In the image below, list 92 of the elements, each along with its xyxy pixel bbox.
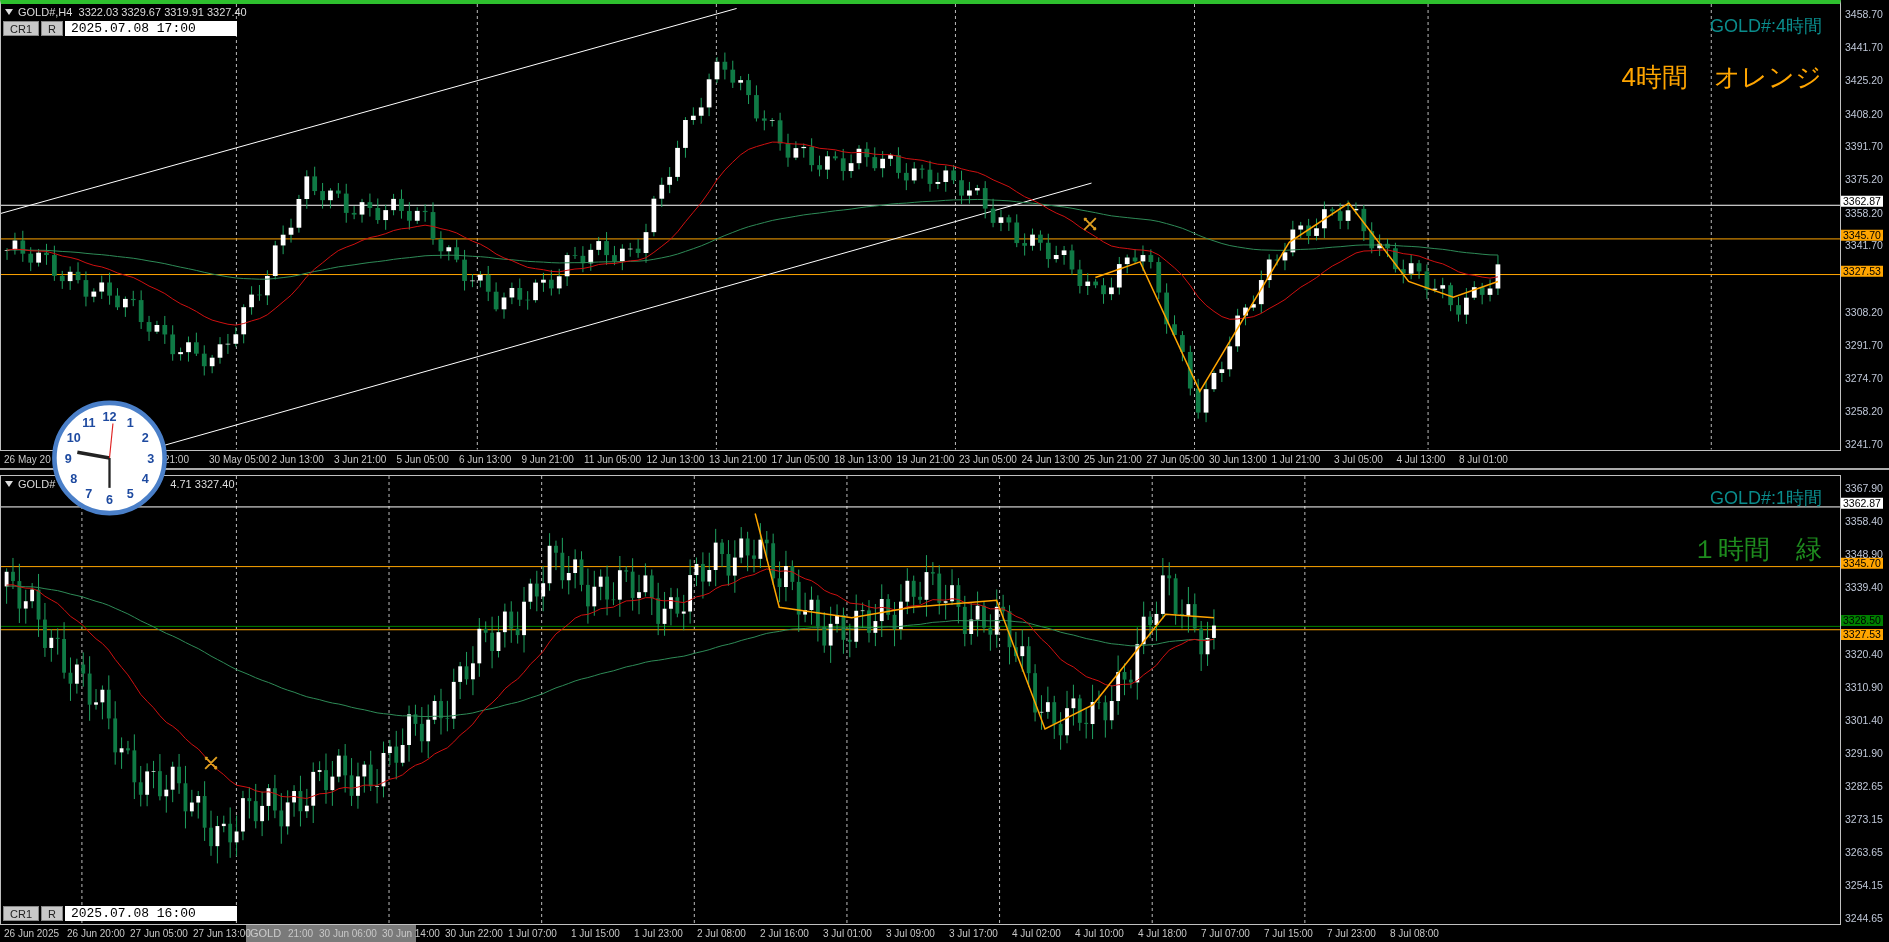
timeframe-note: １時間 緑 <box>1692 532 1822 566</box>
price-axis-label: 3301.40 <box>1845 714 1883 727</box>
symbol-timeframe-label: GOLD#:1時間 <box>1709 486 1822 510</box>
time-axis-label: 26 May 20 <box>4 453 51 465</box>
time-axis-label: 27 Jun 05:00 <box>1146 453 1205 465</box>
symbol-quote-text: GOLD# <box>18 477 56 490</box>
symbol-quote-text: 4.71 3327.40 <box>170 477 235 490</box>
price-tag: 3362.87 <box>1841 497 1883 509</box>
time-axis-label: 13 Jun 21:00 <box>709 453 767 465</box>
time-axis-label: 26 Jun 20:00 <box>67 928 125 939</box>
price-axis-label: 3341.70 <box>1845 239 1883 252</box>
price-axis-label: 3241.70 <box>1845 437 1883 450</box>
time-axis-label: 30 Jun 13:00 <box>1209 453 1267 465</box>
price-axis-label: 3258.20 <box>1845 405 1883 417</box>
time-axis-label: 12 Jun 13:00 <box>646 453 705 465</box>
time-axis-label: 18 Jun 13:00 <box>834 453 892 465</box>
price-axis-label: 3273.15 <box>1845 812 1883 825</box>
time-axis-label: 3 Jul 01:00 <box>823 928 872 939</box>
price-tag: 3345.70 <box>1841 557 1883 569</box>
symbol-timeframe-label: GOLD#:4時間 <box>1709 15 1822 38</box>
price-tag: 3327.53 <box>1841 265 1883 277</box>
toolbar-button[interactable]: CR1 <box>3 906 39 921</box>
price-axis-label: 3458.70 <box>1845 7 1883 20</box>
time-axis-label: 6 Jun 13:00 <box>459 453 512 465</box>
price-axis-label: 3291.70 <box>1845 338 1883 351</box>
price-axis-label: 3320.40 <box>1845 647 1883 660</box>
dropdown-triangle-icon[interactable] <box>5 9 13 15</box>
time-axis-label: 2 Jun 13:00 <box>271 453 324 465</box>
time-axis-label: 30 Jun 22:00 <box>445 928 503 939</box>
price-axis-label: 3244.65 <box>1845 912 1883 925</box>
time-axis-label: 7 Jul 23:00 <box>1327 928 1376 939</box>
price-tag: 3328.50 <box>1841 614 1883 626</box>
price-axis-label: 3375.20 <box>1845 173 1883 186</box>
time-axis-label: 24 Jun 13:00 <box>1021 453 1080 465</box>
time-axis-label: 25 Jun 21:00 <box>1084 453 1142 465</box>
marker-icon <box>1083 217 1097 231</box>
toolbar-button[interactable]: CR1 <box>3 21 39 36</box>
price-axis-label: 3282.65 <box>1845 779 1883 792</box>
time-axis-label: 26 Jun 2025 <box>4 928 60 939</box>
price-axis-label: 3425.20 <box>1845 73 1883 86</box>
marker-icon <box>204 755 218 770</box>
price-axis-label: 3367.90 <box>1845 482 1883 494</box>
price-axis-label: 3263.65 <box>1845 845 1883 858</box>
price-axis-label: 3358.40 <box>1845 515 1883 528</box>
time-axis-label: 4 Jul 10:00 <box>1075 928 1124 939</box>
time-axis-label: 3 Jul 09:00 <box>886 928 935 939</box>
time-axis-label: 23 Jun 05:00 <box>959 453 1017 465</box>
price-axis-label: 3291.90 <box>1845 747 1883 760</box>
time-axis-label: 1 Jul 23:00 <box>634 928 683 939</box>
time-axis-label: 2 Jul 08:00 <box>697 928 746 939</box>
time-axis-label: 30 Jun 06:00 <box>319 928 377 939</box>
time-axis-label: 5 Jun 05:00 <box>396 453 449 465</box>
price-tag: 3362.87 <box>1841 195 1883 207</box>
dropdown-triangle-icon[interactable] <box>5 480 13 487</box>
timeframe-note: 4時間 オレンジ <box>1621 61 1822 94</box>
time-axis-label: 2 Jul 16:00 <box>760 928 809 939</box>
time-axis-label: 17 Jun 05:00 <box>771 453 830 465</box>
time-axis-label: 8 Jul 08:00 <box>1390 928 1439 939</box>
toolbar-button[interactable]: R <box>41 906 63 921</box>
price-axis-label: 3391.70 <box>1845 140 1883 153</box>
time-axis-label: 7 Jul 15:00 <box>1264 928 1313 939</box>
price-axis-label: 3254.15 <box>1845 879 1883 892</box>
symbol-quote-text: GOLD#,H4 3322.03 3329.67 3319.91 3327.40 <box>18 6 247 18</box>
time-axis-label: 4 Jul 02:00 <box>1012 928 1061 939</box>
price-tag: 3345.70 <box>1841 229 1883 241</box>
time-axis-label: 3 Jun 21:00 <box>334 453 387 465</box>
price-axis-label: 3274.70 <box>1845 372 1883 385</box>
time-axis-label: 1 Jul 07:00 <box>508 928 557 939</box>
price-axis-label: 3358.20 <box>1845 206 1883 219</box>
toolbar-button[interactable]: R <box>41 21 63 36</box>
time-axis-label: 1 Jul 21:00 <box>1271 453 1321 465</box>
time-axis-label: 30 May 05:00 <box>209 453 270 465</box>
price-axis-label: 3339.40 <box>1845 581 1883 594</box>
time-axis-label: 19 Jun 21:00 <box>896 453 955 465</box>
time-axis-label: 9 Jun 21:00 <box>521 453 574 465</box>
time-axis-label: 4 Jul 18:00 <box>1138 928 1187 939</box>
price-tag: 3327.53 <box>1841 628 1883 640</box>
time-axis-label: 3 Jul 17:00 <box>949 928 998 939</box>
price-axis-label: 3408.20 <box>1845 107 1883 120</box>
price-axis-label: 3310.90 <box>1845 680 1883 693</box>
datetime-field[interactable]: 2025.07.08 17:00 <box>64 21 237 36</box>
time-axis-label: 27 Jun 05:00 <box>130 928 188 939</box>
price-axis-label: 3441.70 <box>1845 41 1883 54</box>
datetime-field[interactable]: 2025.07.08 16:00 <box>64 906 237 921</box>
time-axis-label: 4 Jul 13:00 <box>1396 453 1446 465</box>
time-axis-label: 3 Jul 05:00 <box>1334 453 1383 465</box>
time-axis-label: 11 Jun 05:00 <box>584 453 642 465</box>
time-axis-label: 21:00 <box>288 928 314 939</box>
time-axis-label: 7 Jul 07:00 <box>1201 928 1250 939</box>
time-axis-label: 8 Jul 01:00 <box>1459 453 1508 465</box>
price-axis-label: 3308.20 <box>1845 305 1883 318</box>
time-axis-label: 1 Jul 15:00 <box>571 928 620 939</box>
